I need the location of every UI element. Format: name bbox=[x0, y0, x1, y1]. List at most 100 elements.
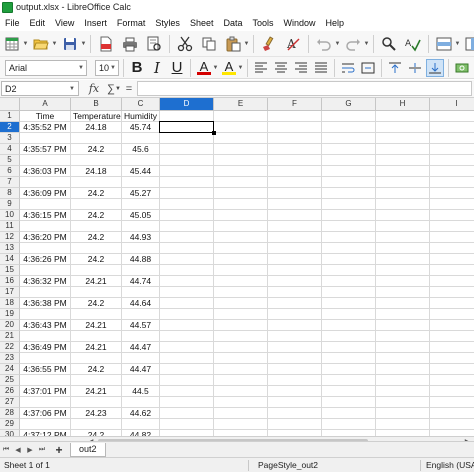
cell-e8[interactable] bbox=[214, 188, 268, 199]
spelling-icon[interactable]: A bbox=[403, 34, 423, 54]
cell-h24[interactable] bbox=[376, 364, 430, 375]
cell-f16[interactable] bbox=[268, 276, 322, 287]
cell-f13[interactable] bbox=[268, 243, 322, 254]
cell-f20[interactable] bbox=[268, 320, 322, 331]
cell-b27[interactable] bbox=[71, 397, 122, 408]
cell-c9[interactable] bbox=[122, 199, 160, 210]
cell-b8[interactable]: 24.2 bbox=[71, 188, 122, 199]
cell-i5[interactable] bbox=[430, 155, 474, 166]
cell-a13[interactable] bbox=[20, 243, 71, 254]
cell-c25[interactable] bbox=[122, 375, 160, 386]
cell-g14[interactable] bbox=[322, 254, 376, 265]
clone-formatting-icon[interactable] bbox=[259, 34, 279, 54]
cell-e26[interactable] bbox=[214, 386, 268, 397]
cell-f5[interactable] bbox=[268, 155, 322, 166]
cell-e14[interactable] bbox=[214, 254, 268, 265]
cell-d29[interactable] bbox=[160, 419, 214, 430]
cell-e22[interactable] bbox=[214, 342, 268, 353]
cell-a27[interactable] bbox=[20, 397, 71, 408]
cell-f4[interactable] bbox=[268, 144, 322, 155]
cell-g5[interactable] bbox=[322, 155, 376, 166]
cell-f8[interactable] bbox=[268, 188, 322, 199]
cell-g27[interactable] bbox=[322, 397, 376, 408]
redo-icon[interactable] bbox=[343, 34, 363, 54]
cell-c4[interactable]: 45.6 bbox=[122, 144, 160, 155]
cell-c21[interactable] bbox=[122, 331, 160, 342]
cell-a26[interactable]: 4:37:01 PM bbox=[20, 386, 71, 397]
cell-e24[interactable] bbox=[214, 364, 268, 375]
cell-c28[interactable]: 44.62 bbox=[122, 408, 160, 419]
cell-c22[interactable]: 44.47 bbox=[122, 342, 160, 353]
cell-d14[interactable] bbox=[160, 254, 214, 265]
cell-h25[interactable] bbox=[376, 375, 430, 386]
cell-c5[interactable] bbox=[122, 155, 160, 166]
cell-e7[interactable] bbox=[214, 177, 268, 188]
menu-data[interactable]: Data bbox=[218, 18, 247, 28]
cell-i7[interactable] bbox=[430, 177, 474, 188]
cell-b29[interactable] bbox=[71, 419, 122, 430]
menu-insert[interactable]: Insert bbox=[79, 18, 112, 28]
row-header-13[interactable]: 13 bbox=[0, 243, 20, 254]
cell-b4[interactable]: 24.2 bbox=[71, 144, 122, 155]
cell-a19[interactable] bbox=[20, 309, 71, 320]
cell-c17[interactable] bbox=[122, 287, 160, 298]
align-top-icon[interactable] bbox=[386, 59, 404, 77]
cell-e18[interactable] bbox=[214, 298, 268, 309]
cell-h2[interactable] bbox=[376, 122, 430, 133]
menu-styles[interactable]: Styles bbox=[150, 18, 185, 28]
cell-b20[interactable]: 24.21 bbox=[71, 320, 122, 331]
cell-d20[interactable] bbox=[160, 320, 214, 331]
row-header-27[interactable]: 27 bbox=[0, 397, 20, 408]
cell-h10[interactable] bbox=[376, 210, 430, 221]
font-size-dropdown-icon[interactable]: ▼ bbox=[110, 65, 116, 71]
prev-sheet-icon[interactable]: ◀ bbox=[12, 444, 24, 456]
cell-g9[interactable] bbox=[322, 199, 376, 210]
highlight-button[interactable]: A bbox=[220, 59, 238, 77]
cell-a28[interactable]: 4:37:06 PM bbox=[20, 408, 71, 419]
cell-g24[interactable] bbox=[322, 364, 376, 375]
cell-i28[interactable] bbox=[430, 408, 474, 419]
cell-i3[interactable] bbox=[430, 133, 474, 144]
new-icon[interactable] bbox=[2, 34, 22, 54]
cell-h14[interactable] bbox=[376, 254, 430, 265]
cell-f28[interactable] bbox=[268, 408, 322, 419]
row-header-23[interactable]: 23 bbox=[0, 353, 20, 364]
cell-c20[interactable]: 44.57 bbox=[122, 320, 160, 331]
row-header-17[interactable]: 17 bbox=[0, 287, 20, 298]
cell-b25[interactable] bbox=[71, 375, 122, 386]
column-header-h[interactable]: H bbox=[376, 98, 430, 111]
cell-g13[interactable] bbox=[322, 243, 376, 254]
paste-dropdown-icon[interactable]: ▼ bbox=[243, 34, 250, 54]
cell-d10[interactable] bbox=[160, 210, 214, 221]
cell-g11[interactable] bbox=[322, 221, 376, 232]
menu-view[interactable]: View bbox=[50, 18, 79, 28]
row-header-26[interactable]: 26 bbox=[0, 386, 20, 397]
cell-f15[interactable] bbox=[268, 265, 322, 276]
cell-d5[interactable] bbox=[160, 155, 214, 166]
spreadsheet-grid[interactable]: A B C D E F G H I 1 Time Temperature Humidity 2 4:35:5… bbox=[0, 98, 474, 436]
clear-formatting-icon[interactable]: A bbox=[283, 34, 303, 54]
cell-i15[interactable] bbox=[430, 265, 474, 276]
cell-g18[interactable] bbox=[322, 298, 376, 309]
row-header-14[interactable]: 14 bbox=[0, 254, 20, 265]
cell-g4[interactable] bbox=[322, 144, 376, 155]
cell-g19[interactable] bbox=[322, 309, 376, 320]
cell-c16[interactable]: 44.74 bbox=[122, 276, 160, 287]
menu-format[interactable]: Format bbox=[112, 18, 151, 28]
cell-c24[interactable]: 44.47 bbox=[122, 364, 160, 375]
cell-a5[interactable] bbox=[20, 155, 71, 166]
cell-b12[interactable]: 24.2 bbox=[71, 232, 122, 243]
cell-c1[interactable]: Humidity bbox=[122, 111, 160, 122]
cell-h12[interactable] bbox=[376, 232, 430, 243]
cell-a8[interactable]: 4:36:09 PM bbox=[20, 188, 71, 199]
cell-e19[interactable] bbox=[214, 309, 268, 320]
row-header-8[interactable]: 8 bbox=[0, 188, 20, 199]
cell-i12[interactable] bbox=[430, 232, 474, 243]
cell-h22[interactable] bbox=[376, 342, 430, 353]
cell-i14[interactable] bbox=[430, 254, 474, 265]
cell-e28[interactable] bbox=[214, 408, 268, 419]
autofill-handle[interactable] bbox=[212, 131, 216, 135]
row-header-9[interactable]: 9 bbox=[0, 199, 20, 210]
cell-g23[interactable] bbox=[322, 353, 376, 364]
cell-d7[interactable] bbox=[160, 177, 214, 188]
